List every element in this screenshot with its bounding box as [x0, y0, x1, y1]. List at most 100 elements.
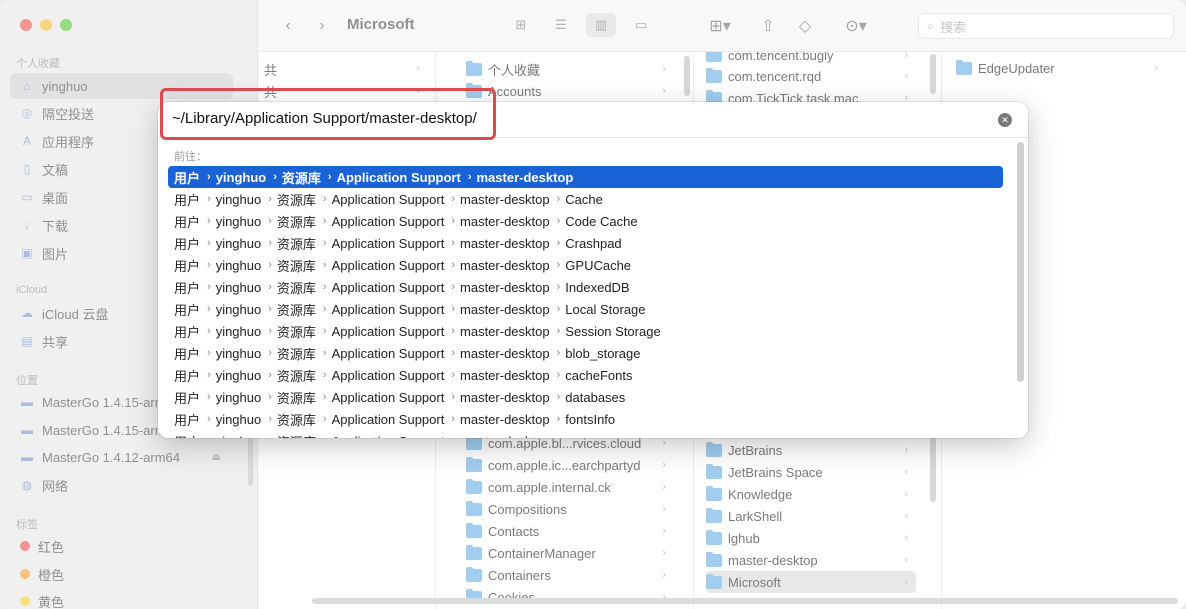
suggestion-row[interactable]: 用户 › yinghuo › 资源库 › Application Support › maste… [168, 254, 1003, 276]
suggestion-row[interactable]: 用户 › yinghuo › 资源库 › Application Support › maste… [168, 342, 1003, 364]
suggestion-row[interactable]: 用户 › yinghuo › 资源库 › Application Support › maste… [168, 276, 1003, 298]
chevron-right-icon: › [327, 171, 332, 183]
finder-window: 个人收藏 ⌂ yinghuo ◎ 隔空投送 A 应用程序 ▯ 文稿 ▭ 桌面 ↓ 下载 ▣ 图… [0, 0, 1186, 609]
chevron-right-icon: › [451, 193, 456, 205]
chevron-right-icon: › [268, 435, 272, 438]
chevron-right-icon: › [207, 215, 211, 227]
path-segment: master-desktop [460, 323, 550, 339]
path-segment: master-desktop [460, 389, 550, 405]
chevron-right-icon: › [451, 391, 456, 403]
chevron-right-icon: › [451, 325, 456, 337]
path-segment: 用户 [174, 368, 201, 384]
path-segment: 资源库 [276, 302, 316, 318]
chevron-right-icon: › [268, 281, 272, 293]
suggestion-row[interactable]: 用户 › yinghuo › 资源库 › Application Support › maste… [168, 166, 1003, 188]
path-segment: 用户 [174, 170, 201, 186]
chevron-right-icon: › [268, 413, 272, 425]
path-segment: Application Support [331, 367, 445, 383]
path-segment: yinghuo [215, 301, 262, 317]
chevron-right-icon: › [207, 259, 211, 271]
path-segment: master-desktop [460, 345, 550, 361]
chevron-right-icon: › [207, 281, 211, 293]
chevron-right-icon: › [451, 215, 456, 227]
path-segment: yinghuo [215, 367, 262, 383]
chevron-right-icon: › [322, 281, 327, 293]
chevron-right-icon: › [556, 325, 561, 337]
chevron-right-icon: › [268, 325, 272, 337]
path-segment: blob_storage [565, 345, 641, 361]
chevron-right-icon: › [268, 259, 272, 271]
chevron-right-icon: › [556, 259, 561, 271]
path-segment: 资源库 [276, 280, 316, 296]
path-segment: yinghuo [215, 213, 262, 229]
path-segment: Application Support [331, 389, 445, 405]
path-segment: IndexedDB [565, 279, 630, 295]
path-segment: Application Support [331, 411, 445, 427]
path-segment: Application Support [331, 279, 445, 295]
chevron-right-icon: › [451, 237, 456, 249]
path-segment: Code Cache [565, 213, 638, 229]
path-segment: master-desktop [460, 367, 550, 383]
path-segment: 用户 [174, 412, 201, 428]
suggestion-scrollbar[interactable] [1017, 142, 1024, 382]
chevron-right-icon: › [451, 259, 456, 271]
path-segment: Application Support [331, 235, 445, 251]
chevron-right-icon: › [451, 347, 456, 359]
chevron-right-icon: › [322, 237, 327, 249]
path-segment: master-desktop [460, 411, 550, 427]
path-segment: Crashpad [565, 235, 622, 251]
suggestion-row[interactable]: 用户 › yinghuo › 资源库 › Application Support › maste… [168, 298, 1003, 320]
path-segment: yinghuo [215, 389, 262, 405]
path-segment: master-desktop [460, 434, 550, 439]
chevron-right-icon: › [556, 369, 561, 381]
path-segment: 资源库 [276, 236, 316, 252]
path-segment: yinghuo [215, 279, 262, 295]
chevron-right-icon: › [207, 303, 211, 315]
suggestion-row[interactable]: 用户 › yinghuo › 资源库 › Application Support › maste… [168, 364, 1003, 386]
suggestion-row[interactable]: 用户 › yinghuo › 资源库 › Application Support › maste… [168, 430, 1003, 439]
path-segment: Application Support [331, 323, 445, 339]
path-segment: master-desktop [460, 213, 550, 229]
path-segment: databases [565, 389, 626, 405]
path-segment: … [565, 434, 578, 439]
suggestion-row[interactable]: 用户 › yinghuo › 资源库 › Application Support › maste… [168, 408, 1003, 430]
path-segment: 用户 [174, 324, 201, 340]
path-segment: master-desktop [460, 301, 550, 317]
suggestion-row[interactable]: 用户 › yinghuo › 资源库 › Application Support › maste… [168, 386, 1003, 408]
chevron-right-icon: › [268, 237, 272, 249]
suggestion-row[interactable]: 用户 › yinghuo › 资源库 › Application Support › maste… [168, 320, 1003, 342]
path-segment: 资源库 [276, 412, 316, 428]
chevron-right-icon: › [268, 215, 272, 227]
path-segment: yinghuo [216, 434, 262, 439]
chevron-right-icon: › [207, 325, 211, 337]
chevron-right-icon: › [268, 303, 272, 315]
path-segment: Application Support [331, 213, 445, 229]
path-segment: 用户 [174, 346, 201, 362]
path-segment: master-desktop [460, 191, 550, 207]
suggestion-row[interactable]: 用户 › yinghuo › 资源库 › Application Support › maste… [168, 232, 1003, 254]
clear-input-button[interactable]: ✕ [998, 113, 1012, 127]
path-segment: yinghuo [215, 323, 262, 339]
chevron-right-icon: › [268, 391, 272, 403]
chevron-right-icon: › [556, 193, 561, 205]
chevron-right-icon: › [451, 369, 456, 381]
path-segment: 资源库 [276, 368, 316, 384]
chevron-right-icon: › [322, 413, 327, 425]
path-segment: Session Storage [565, 323, 661, 339]
path-segment: cacheFonts [565, 367, 633, 383]
path-segment: Application Support [336, 169, 461, 185]
path-segment: Local Storage [565, 301, 646, 317]
path-segment: master-desktop [460, 257, 550, 273]
chevron-right-icon: › [322, 215, 327, 227]
chevron-right-icon: › [557, 435, 561, 438]
path-segment: Application Support [331, 345, 445, 361]
chevron-right-icon: › [268, 193, 272, 205]
suggestion-row[interactable]: 用户 › yinghuo › 资源库 › Application Support › maste… [168, 188, 1003, 210]
path-segment: master-desktop [476, 169, 574, 185]
chevron-right-icon: › [322, 303, 327, 315]
path-segment: 用户 [174, 390, 201, 406]
chevron-right-icon: › [268, 369, 272, 381]
path-segment: yinghuo [215, 345, 262, 361]
suggestion-row[interactable]: 用户 › yinghuo › 资源库 › Application Support › maste… [168, 210, 1003, 232]
chevron-right-icon: › [207, 391, 211, 403]
